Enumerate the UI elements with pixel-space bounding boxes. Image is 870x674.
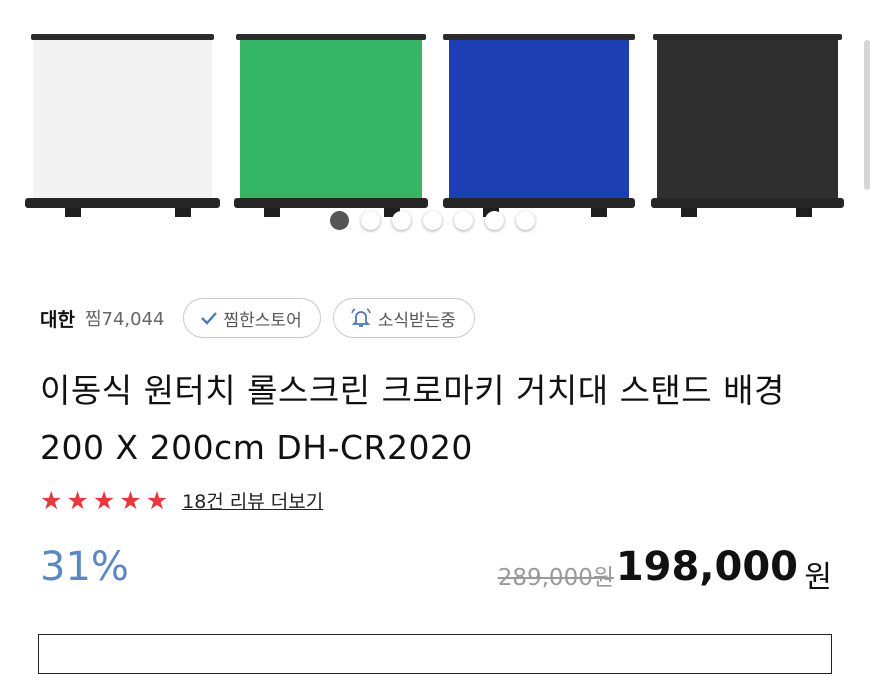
gallery-pagination	[330, 211, 535, 230]
gallery-dot[interactable]	[330, 211, 349, 230]
screen-fabric	[449, 40, 629, 198]
favorite-store-button[interactable]: 찜한스토어	[182, 298, 321, 338]
original-price: 289,000원	[497, 565, 614, 591]
star-icon: ★	[145, 485, 169, 515]
rating-stars: ★ ★ ★ ★ ★	[40, 488, 168, 513]
screen-fabric	[240, 40, 422, 198]
notification-label: 소식받는중	[377, 310, 456, 331]
gallery-image-green-screen[interactable]	[234, 0, 428, 230]
favorite-store-label: 찜한스토어	[223, 310, 302, 331]
screen-base	[443, 198, 635, 208]
store-name[interactable]: 대한	[40, 305, 75, 332]
gallery-scrollbar[interactable]	[864, 40, 870, 190]
gallery-dot[interactable]	[485, 211, 504, 230]
favorite-count: 찜74,044	[84, 309, 165, 330]
screen-foot	[175, 208, 191, 217]
gallery-image-black-screen[interactable]	[651, 0, 844, 230]
rating-row: ★ ★ ★ ★ ★ 18건 리뷰 더보기	[40, 484, 323, 516]
screen-foot	[65, 208, 81, 217]
gallery-dot[interactable]	[454, 211, 473, 230]
star-icon: ★	[40, 485, 63, 515]
option-select-box[interactable]	[38, 634, 832, 674]
screen-base	[234, 198, 428, 208]
gallery-dot[interactable]	[392, 211, 411, 230]
gallery-image-blue-screen[interactable]	[443, 0, 635, 230]
sale-price: 198,000	[615, 544, 798, 590]
product-title: 이동식 원터치 롤스크린 크로마키 거치대 스탠드 배경 200 X 200cm…	[40, 371, 785, 467]
discount-rate: 31%	[40, 544, 129, 590]
star-icon: ★	[119, 485, 142, 515]
gallery-dot[interactable]	[516, 211, 535, 230]
screen-fabric	[657, 40, 838, 198]
check-icon	[200, 312, 217, 325]
gallery-dot[interactable]	[361, 211, 380, 230]
screen-foot	[681, 208, 697, 217]
star-icon: ★	[66, 485, 89, 515]
star-icon: ★	[92, 485, 116, 515]
review-link[interactable]: 18건 리뷰 더보기	[182, 487, 323, 514]
store-info-row: 대한 찜74,044 찜한스토어 소식받는중	[40, 296, 840, 340]
screen-base	[651, 198, 844, 208]
screen-base	[25, 198, 220, 208]
gallery-image-white-screen[interactable]	[25, 0, 220, 230]
notification-button[interactable]: 소식받는중	[332, 298, 475, 338]
screen-fabric	[33, 40, 212, 198]
price-row: 31% 289,000원 198,000 원	[40, 540, 832, 600]
screen-foot	[796, 208, 812, 217]
gallery-dot[interactable]	[423, 211, 442, 230]
image-gallery[interactable]	[0, 0, 870, 240]
bell-icon	[350, 308, 371, 327]
price-unit: 원	[804, 560, 832, 595]
screen-foot	[591, 208, 607, 217]
screen-foot	[264, 208, 280, 217]
